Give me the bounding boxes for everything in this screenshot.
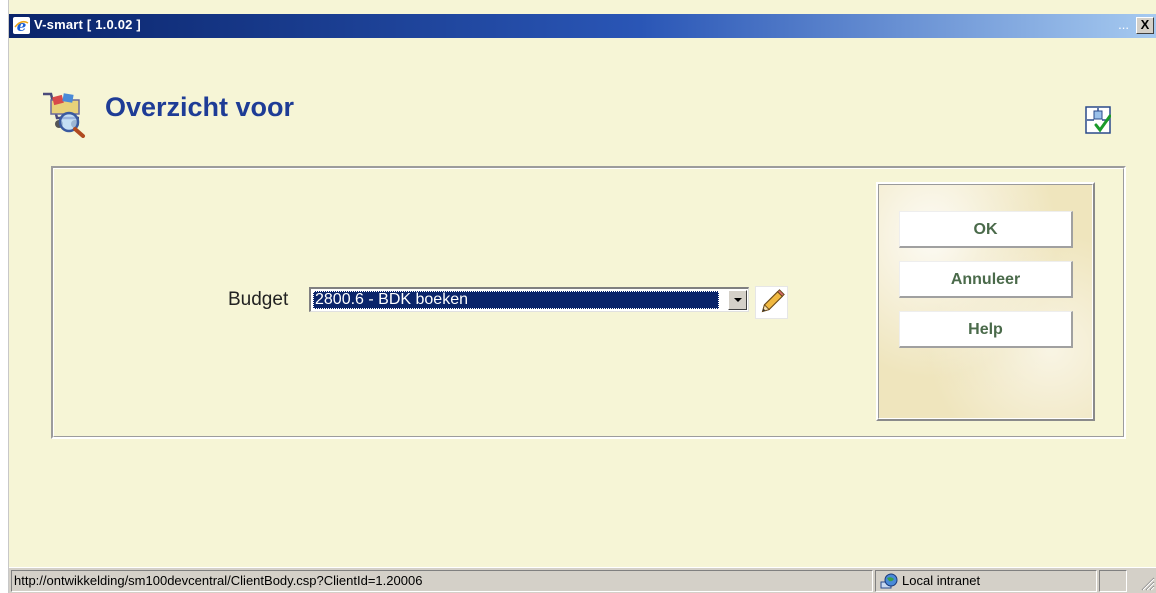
svg-text:e: e <box>17 17 27 34</box>
page-title: Overzicht voor <box>105 92 295 122</box>
status-url: http://ontwikkelding/sm100devcentral/Cli… <box>11 570 873 592</box>
action-button-panel: OK Annuleer Help <box>876 182 1095 421</box>
title-ellipsis: ... <box>1118 17 1129 32</box>
pencil-icon[interactable] <box>755 286 788 319</box>
help-button[interactable]: Help <box>899 311 1073 348</box>
budget-label: Budget <box>228 289 289 310</box>
internet-explorer-icon: e <box>13 17 30 34</box>
resize-grip-icon[interactable] <box>1139 575 1155 591</box>
chevron-down-icon[interactable] <box>728 290 747 310</box>
budget-select[interactable]: 2800.6 - BDK boeken <box>309 287 749 312</box>
local-intranet-globe-icon <box>880 573 898 589</box>
security-zone-label: Local intranet <box>902 573 981 588</box>
cancel-button[interactable]: Annuleer <box>899 261 1073 298</box>
status-bar: http://ontwikkelding/sm100devcentral/Cli… <box>9 567 1156 593</box>
ok-button[interactable]: OK <box>899 211 1073 248</box>
layout-settings-icon[interactable] <box>1085 106 1111 134</box>
title-bar: e V-smart [ 1.0.02 ] ... X <box>9 14 1156 38</box>
close-button[interactable]: X <box>1136 17 1154 34</box>
acquisitions-cart-magnifier-icon <box>43 92 85 138</box>
security-zone: Local intranet <box>875 570 1097 592</box>
browser-window: e V-smart [ 1.0.02 ] ... X Overzicht voo… <box>8 0 1156 593</box>
budget-selected-value[interactable]: 2800.6 - BDK boeken <box>313 291 719 309</box>
status-empty-pane <box>1099 570 1127 592</box>
window-title: V-smart [ 1.0.02 ] <box>34 17 141 32</box>
